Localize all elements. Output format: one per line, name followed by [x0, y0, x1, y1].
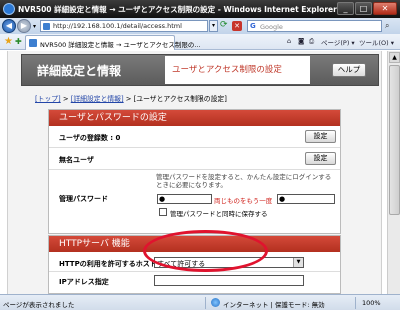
allow-host-select[interactable]: すべて許可する ▼ — [154, 257, 304, 268]
help-button[interactable]: ヘルプ — [332, 63, 366, 77]
maximize-button[interactable]: □ — [355, 2, 372, 15]
ie-icon — [3, 3, 15, 15]
users-section-title: ユーザとパスワードの設定 — [49, 110, 340, 126]
admin-password-confirm-field[interactable]: ● — [277, 194, 335, 204]
password-hint: 管理パスワードを設定すると、かんたん設定にログインするときに必要になります。 — [156, 173, 332, 189]
http-server-section: HTTPサーバ 機能 HTTPの利用を許可するホスト すべて許可する ▼ IPア… — [48, 235, 341, 294]
close-button[interactable]: ✕ — [373, 2, 397, 15]
admin-password-label: 管理パスワード — [59, 195, 108, 203]
ip-address-label: IPアドレス指定 — [59, 278, 109, 286]
url-text: http://192.168.100.1/detail/access.html — [53, 22, 182, 30]
anonymous-user-label: 無名ユーザ — [59, 156, 94, 164]
breadcrumb-detail-link[interactable]: [詳細設定と情報] — [71, 95, 124, 103]
page-subtitle: ユーザとアクセス制限の設定 — [165, 56, 310, 84]
tab-current[interactable]: NVR500 詳細設定と情報 → ユーザとアクセス制限の... — [25, 35, 201, 50]
tab-bar: ★ ✚ NVR500 詳細設定と情報 → ユーザとアクセス制限の... ⌂ ◙ … — [0, 34, 400, 50]
ip-address-input[interactable] — [154, 275, 304, 286]
users-password-section: ユーザとパスワードの設定 ユーザの登録数 : 0 設定 無名ユーザ 設定 管理パ… — [48, 109, 341, 234]
page-content: 詳細設定と情報 ユーザとアクセス制限の設定 ヘルプ [トップ] > [詳細設定と… — [0, 51, 400, 294]
status-bar: ページが表示されました インターネット | 保護モード: 無効 100% — [0, 294, 400, 310]
allow-host-label: HTTPの利用を許可するホスト — [59, 260, 157, 268]
url-dropdown-button[interactable]: ▾ — [209, 20, 218, 32]
page-frame: 詳細設定と情報 ユーザとアクセス制限の設定 ヘルプ [トップ] > [詳細設定と… — [7, 51, 382, 294]
breadcrumb-top-link[interactable]: [トップ] — [35, 95, 61, 103]
sync-password-checkbox[interactable] — [159, 208, 167, 216]
chevron-down-icon[interactable]: ▼ — [293, 258, 303, 267]
admin-password-row: 管理パスワード 管理パスワードを設定すると、かんたん設定にログインするときに必要… — [49, 170, 340, 225]
minimize-button[interactable]: _ — [337, 2, 354, 15]
search-icon[interactable]: ⌕ — [385, 21, 389, 31]
tab-page-icon — [29, 39, 37, 47]
favorites-star-icon[interactable]: ★ — [4, 36, 13, 47]
allow-host-row: HTTPの利用を許可するホスト すべて許可する ▼ — [49, 256, 340, 272]
http-section-title: HTTPサーバ 機能 — [49, 236, 340, 252]
user-count-label: ユーザの登録数 : 0 — [59, 134, 121, 142]
page-title: 詳細設定と情報 — [37, 64, 122, 78]
internet-zone-globe-icon — [211, 298, 220, 307]
status-text: ページが表示されました — [3, 301, 75, 309]
address-bar: ◀ ▶ ▾ http://192.168.100.1/detail/access… — [0, 18, 400, 34]
ip-address-row: IPアドレス指定 — [49, 272, 340, 290]
user-count-row: ユーザの登録数 : 0 設定 — [49, 126, 340, 148]
security-zone: インターネット | 保護モード: 無効 — [223, 301, 325, 309]
page-menu[interactable]: ページ(P) ▾ — [321, 37, 355, 47]
tab-title: NVR500 詳細設定と情報 → ユーザとアクセス制限の... — [40, 41, 201, 49]
breadcrumb: [トップ] > [詳細設定と情報] > [ユーザとアクセス制限の設定] — [35, 93, 227, 103]
anonymous-user-row: 無名ユーザ 設定 — [49, 148, 340, 170]
status-divider — [355, 297, 356, 309]
password-confirm-note: 両じものをもう一度 — [214, 197, 273, 205]
sync-password-checkbox-label: 管理パスワードと同時に保存する — [170, 210, 268, 218]
refresh-icon[interactable]: ⟳ — [220, 21, 230, 31]
search-placeholder: Google — [260, 23, 283, 31]
allow-host-selected-value: すべて許可する — [157, 260, 206, 268]
google-icon: G — [250, 22, 256, 30]
rss-icon[interactable]: ◙ — [298, 37, 304, 47]
breadcrumb-separator: > — [123, 95, 134, 103]
window-title: NVR500 詳細設定と情報 → ユーザとアクセス制限の設定 - Windows… — [18, 5, 337, 14]
anonymous-set-button[interactable]: 設定 — [305, 152, 336, 165]
admin-password-field[interactable]: ● — [157, 194, 212, 204]
stop-icon[interactable]: ✕ — [232, 21, 242, 31]
tools-menu[interactable]: ツール(O) ▾ — [359, 37, 394, 47]
print-icon[interactable]: ⎙ — [309, 37, 314, 47]
forward-button[interactable]: ▶ — [17, 19, 31, 33]
recent-pages-chevron-icon[interactable]: ▾ — [33, 23, 36, 30]
users-set-button[interactable]: 設定 — [305, 130, 336, 143]
home-icon[interactable]: ⌂ — [287, 37, 291, 47]
zoom-level[interactable]: 100% — [362, 299, 381, 307]
back-button[interactable]: ◀ — [2, 19, 16, 33]
search-input[interactable]: G Google — [247, 20, 382, 32]
breadcrumb-separator: > — [60, 95, 71, 103]
vertical-scrollbar[interactable]: ▲ — [387, 51, 400, 294]
breadcrumb-current: [ユーザとアクセス制限の設定] — [133, 95, 227, 103]
page-icon — [43, 23, 50, 30]
page-header: 詳細設定と情報 ユーザとアクセス制限の設定 ヘルプ — [21, 54, 379, 86]
scroll-up-arrow-icon[interactable]: ▲ — [389, 52, 400, 63]
scroll-thumb[interactable] — [389, 65, 400, 215]
window-title-bar: NVR500 詳細設定と情報 → ユーザとアクセス制限の設定 - Windows… — [0, 0, 400, 18]
status-divider — [205, 297, 206, 309]
add-favorite-icon[interactable]: ✚ — [15, 37, 22, 46]
url-input[interactable]: http://192.168.100.1/detail/access.html — [40, 20, 208, 32]
